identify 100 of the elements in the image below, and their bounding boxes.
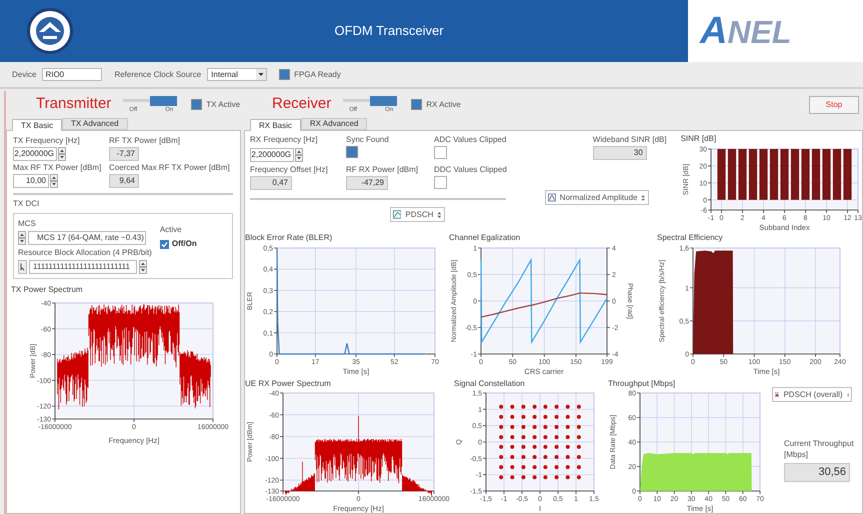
tab[interactable]: RX Advanced bbox=[300, 118, 368, 130]
data-point bbox=[532, 444, 537, 449]
emblem-logo bbox=[27, 8, 73, 54]
data-point bbox=[554, 475, 559, 480]
data-point bbox=[532, 455, 537, 460]
field-label: DDC Values Clipped bbox=[434, 164, 507, 175]
data-point bbox=[566, 444, 570, 449]
stepper-control[interactable] bbox=[18, 231, 26, 245]
field-label: Sync Found bbox=[346, 134, 389, 145]
data-point bbox=[510, 444, 514, 449]
data-point bbox=[543, 414, 548, 419]
mcs-field[interactable]: MCS 17 (64-QAM, rate ~0.43) bbox=[28, 231, 146, 245]
field-label: Coerced Max RF TX Power [dBm] bbox=[109, 162, 230, 173]
stepper-arrows-icon bbox=[437, 210, 442, 220]
data-point bbox=[499, 424, 504, 429]
data-point bbox=[532, 414, 537, 419]
readout-field: -7,37 bbox=[109, 147, 139, 161]
readout-field: 0,47 bbox=[250, 176, 292, 190]
led-label: TX Active bbox=[206, 98, 240, 110]
field-label: Current Throughput [Mbps] bbox=[784, 438, 854, 460]
plot-selector[interactable]: Normalized Amplitude bbox=[544, 190, 649, 205]
stepper-control[interactable] bbox=[295, 148, 303, 162]
data-point bbox=[543, 435, 548, 440]
data-point bbox=[554, 444, 559, 449]
data-point bbox=[499, 404, 504, 409]
tab[interactable]: TX Basic bbox=[12, 119, 62, 131]
data-point bbox=[532, 435, 537, 440]
stepper-control[interactable] bbox=[58, 147, 66, 161]
plot-selector[interactable]: PDSCH (overall) bbox=[772, 387, 852, 402]
chart-title: Block Error Rate (BLER) bbox=[245, 233, 332, 243]
data-point bbox=[566, 465, 570, 470]
stepper-control[interactable] bbox=[50, 174, 58, 188]
data-point bbox=[521, 404, 526, 409]
data-point bbox=[554, 404, 559, 409]
data-point bbox=[510, 404, 514, 409]
data-point bbox=[576, 444, 581, 449]
data-point bbox=[554, 424, 559, 429]
field-label: TX Frequency [Hz] bbox=[13, 135, 80, 146]
chart-title: Signal Constellation bbox=[454, 379, 525, 389]
number-field[interactable]: 2,200000G bbox=[250, 148, 294, 162]
data-point bbox=[521, 444, 526, 449]
data-point bbox=[521, 435, 526, 440]
data-point bbox=[554, 455, 559, 460]
data-point bbox=[576, 435, 581, 440]
index-button[interactable] bbox=[18, 260, 27, 274]
field-label: Device bbox=[12, 68, 36, 80]
data-point bbox=[576, 414, 581, 419]
data-point bbox=[543, 444, 548, 449]
data-point bbox=[521, 455, 526, 460]
field-label: Frequency Offset [Hz] bbox=[250, 164, 328, 175]
tab[interactable]: RX Basic bbox=[250, 119, 301, 131]
line-chart-icon bbox=[548, 192, 556, 203]
stepper-arrows-icon bbox=[641, 192, 646, 202]
data-point bbox=[521, 424, 526, 429]
checkbox-label: Off/On bbox=[172, 238, 197, 250]
data-point bbox=[566, 404, 570, 409]
checkbox[interactable] bbox=[160, 240, 169, 248]
data-point bbox=[510, 424, 514, 429]
chart-title: Throughput [Mbps] bbox=[608, 379, 676, 389]
data-point bbox=[510, 455, 514, 460]
data-point bbox=[576, 465, 581, 470]
field-label: TX DCI bbox=[13, 198, 40, 209]
data-point bbox=[566, 455, 570, 460]
data-point bbox=[543, 455, 548, 460]
readout-field: 30,56 bbox=[784, 463, 850, 482]
data-point bbox=[543, 475, 548, 480]
tab[interactable]: TX Advanced bbox=[62, 118, 128, 130]
led-label: RX Active bbox=[426, 98, 461, 110]
area-chart-icon bbox=[775, 389, 780, 400]
plot-selector[interactable]: PDSCH bbox=[390, 207, 445, 222]
number-field[interactable]: 10,00 bbox=[13, 174, 49, 188]
stepper-control[interactable] bbox=[139, 260, 147, 274]
field-label: Wideband SINR [dB] bbox=[592, 134, 667, 145]
field-label: RF TX Power [dBm] bbox=[109, 135, 180, 146]
allocation-field[interactable]: 1111111111111111111111111 bbox=[29, 260, 137, 274]
data-point bbox=[576, 475, 581, 480]
data-point bbox=[566, 435, 570, 440]
data-point bbox=[554, 435, 559, 440]
data-point bbox=[532, 404, 537, 409]
clock-dropdown[interactable]: Internal bbox=[207, 68, 268, 81]
data-point bbox=[499, 465, 504, 470]
brand-logo: ANEL bbox=[700, 12, 792, 50]
number-field[interactable]: 2,200000G bbox=[13, 147, 57, 161]
data-point bbox=[521, 475, 526, 480]
data-point bbox=[576, 404, 581, 409]
data-point bbox=[499, 455, 504, 460]
data-point bbox=[576, 424, 581, 429]
field-label: Max RF TX Power [dBm] bbox=[13, 162, 102, 173]
section-title: Receiver bbox=[272, 94, 332, 114]
data-point bbox=[499, 435, 504, 440]
data-point bbox=[510, 414, 514, 419]
data-point bbox=[499, 444, 504, 449]
stop-button[interactable]: Stop bbox=[809, 96, 859, 114]
chart-title: SINR [dB] bbox=[680, 134, 716, 144]
readout-field: 30 bbox=[592, 146, 647, 160]
device-field[interactable]: RIO0 bbox=[42, 68, 102, 81]
data-point bbox=[510, 475, 514, 480]
data-point bbox=[543, 404, 548, 409]
data-point bbox=[521, 414, 526, 419]
section-title: Transmitter bbox=[36, 94, 112, 114]
